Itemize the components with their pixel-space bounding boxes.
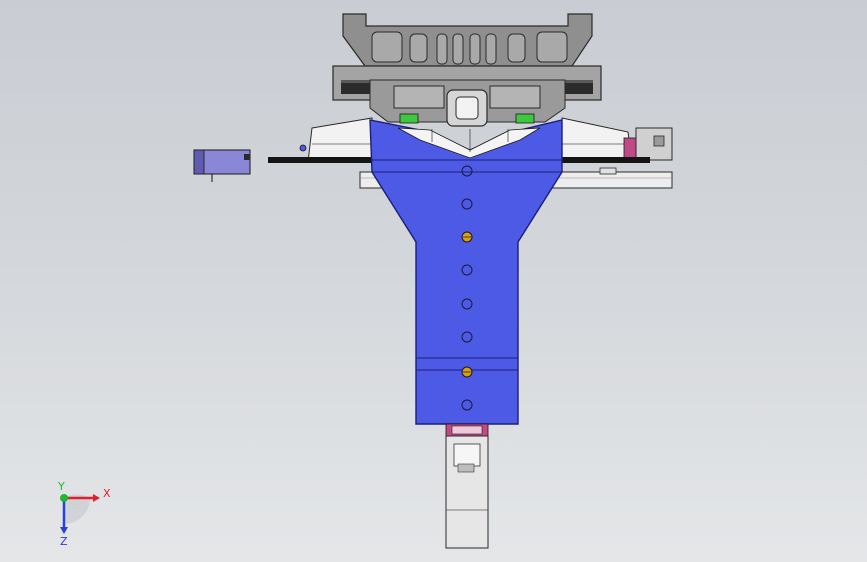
side-plate-right[interactable]	[561, 117, 673, 163]
top-bracket[interactable]	[342, 13, 593, 67]
axis-triad-icon: X Y Z	[57, 480, 111, 548]
axis-label-x: X	[103, 487, 111, 500]
assembly-drawing[interactable]: X Y Z	[0, 0, 867, 562]
carriage-block[interactable]	[369, 79, 566, 127]
cad-viewport[interactable]: X Y Z	[0, 0, 867, 562]
side-plate-left[interactable]	[299, 117, 373, 163]
sensor-unit[interactable]	[193, 149, 251, 182]
bottom-actuator[interactable]	[445, 423, 489, 549]
axis-label-z: Z	[60, 535, 68, 548]
axis-label-y: Y	[57, 480, 65, 493]
